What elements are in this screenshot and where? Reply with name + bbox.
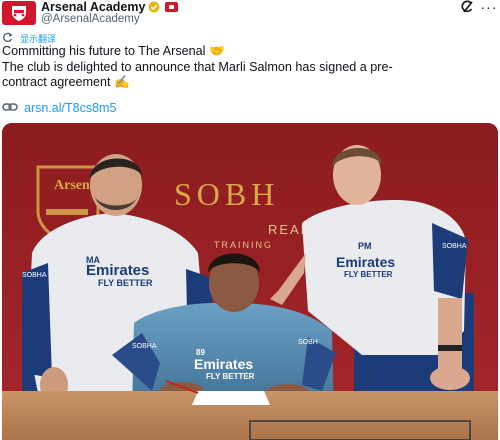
translate-row[interactable]: 显示翻译: [2, 32, 56, 44]
link-row: arsn.al/T8cs8m5: [2, 100, 116, 116]
tweet-photo[interactable]: Arsenal SOBH REAL TRAINING MA Emirates F…: [2, 123, 498, 440]
player-sleeve-left: SOBHA: [132, 343, 157, 350]
right-sleeve-text: SOBHA: [442, 243, 467, 250]
arsenal-crest-icon: [12, 6, 26, 21]
player-shirt-sub: FLY BETTER: [206, 372, 255, 381]
name-line: Arsenal Academy: [41, 0, 179, 14]
left-shirt-sub: FLY BETTER: [98, 278, 153, 288]
signing-photo: Arsenal SOBH REAL TRAINING MA Emirates F…: [2, 123, 498, 440]
wall-sub-text: TRAINING: [214, 240, 273, 250]
tweet-text: Committing his future to The Arsenal 🤝 T…: [2, 44, 492, 91]
wall-sponsor-text: SOBH: [174, 176, 279, 212]
arsenal-affiliate-badge-icon: [165, 2, 179, 12]
tweet-header: Arsenal Academy @ArsenalAcademy ···: [0, 0, 500, 30]
verified-gold-badge-icon: [148, 1, 160, 13]
handle[interactable]: @ArsenalAcademy: [41, 13, 140, 25]
right-shirt-sponsor: Emirates: [336, 254, 395, 270]
left-shirt-sponsor: Emirates: [86, 262, 149, 279]
avatar[interactable]: [2, 1, 36, 25]
left-sleeve-text: SOBHA: [22, 272, 47, 279]
display-name[interactable]: Arsenal Academy: [41, 0, 145, 14]
tweet-line: The club is delighted to announce that M…: [2, 59, 393, 74]
more-options-icon[interactable]: ···: [480, 0, 498, 16]
right-initials: PM: [358, 241, 372, 251]
player-sleeve-right: SOBH: [298, 339, 318, 346]
tweet-line: contract agreement ✍️: [2, 75, 130, 89]
translate-icon: [2, 32, 14, 44]
shortened-link[interactable]: arsn.al/T8cs8m5: [24, 101, 116, 115]
link-icon: [2, 101, 20, 115]
show-translation-link[interactable]: 显示翻译: [20, 32, 56, 45]
tweet-line: Committing his future to The Arsenal 🤝: [2, 44, 225, 58]
player-shirt-sponsor: Emirates: [194, 356, 253, 372]
right-shirt-sub: FLY BETTER: [344, 270, 393, 279]
contract-paper: [192, 391, 270, 405]
grok-icon[interactable]: [459, 0, 475, 16]
